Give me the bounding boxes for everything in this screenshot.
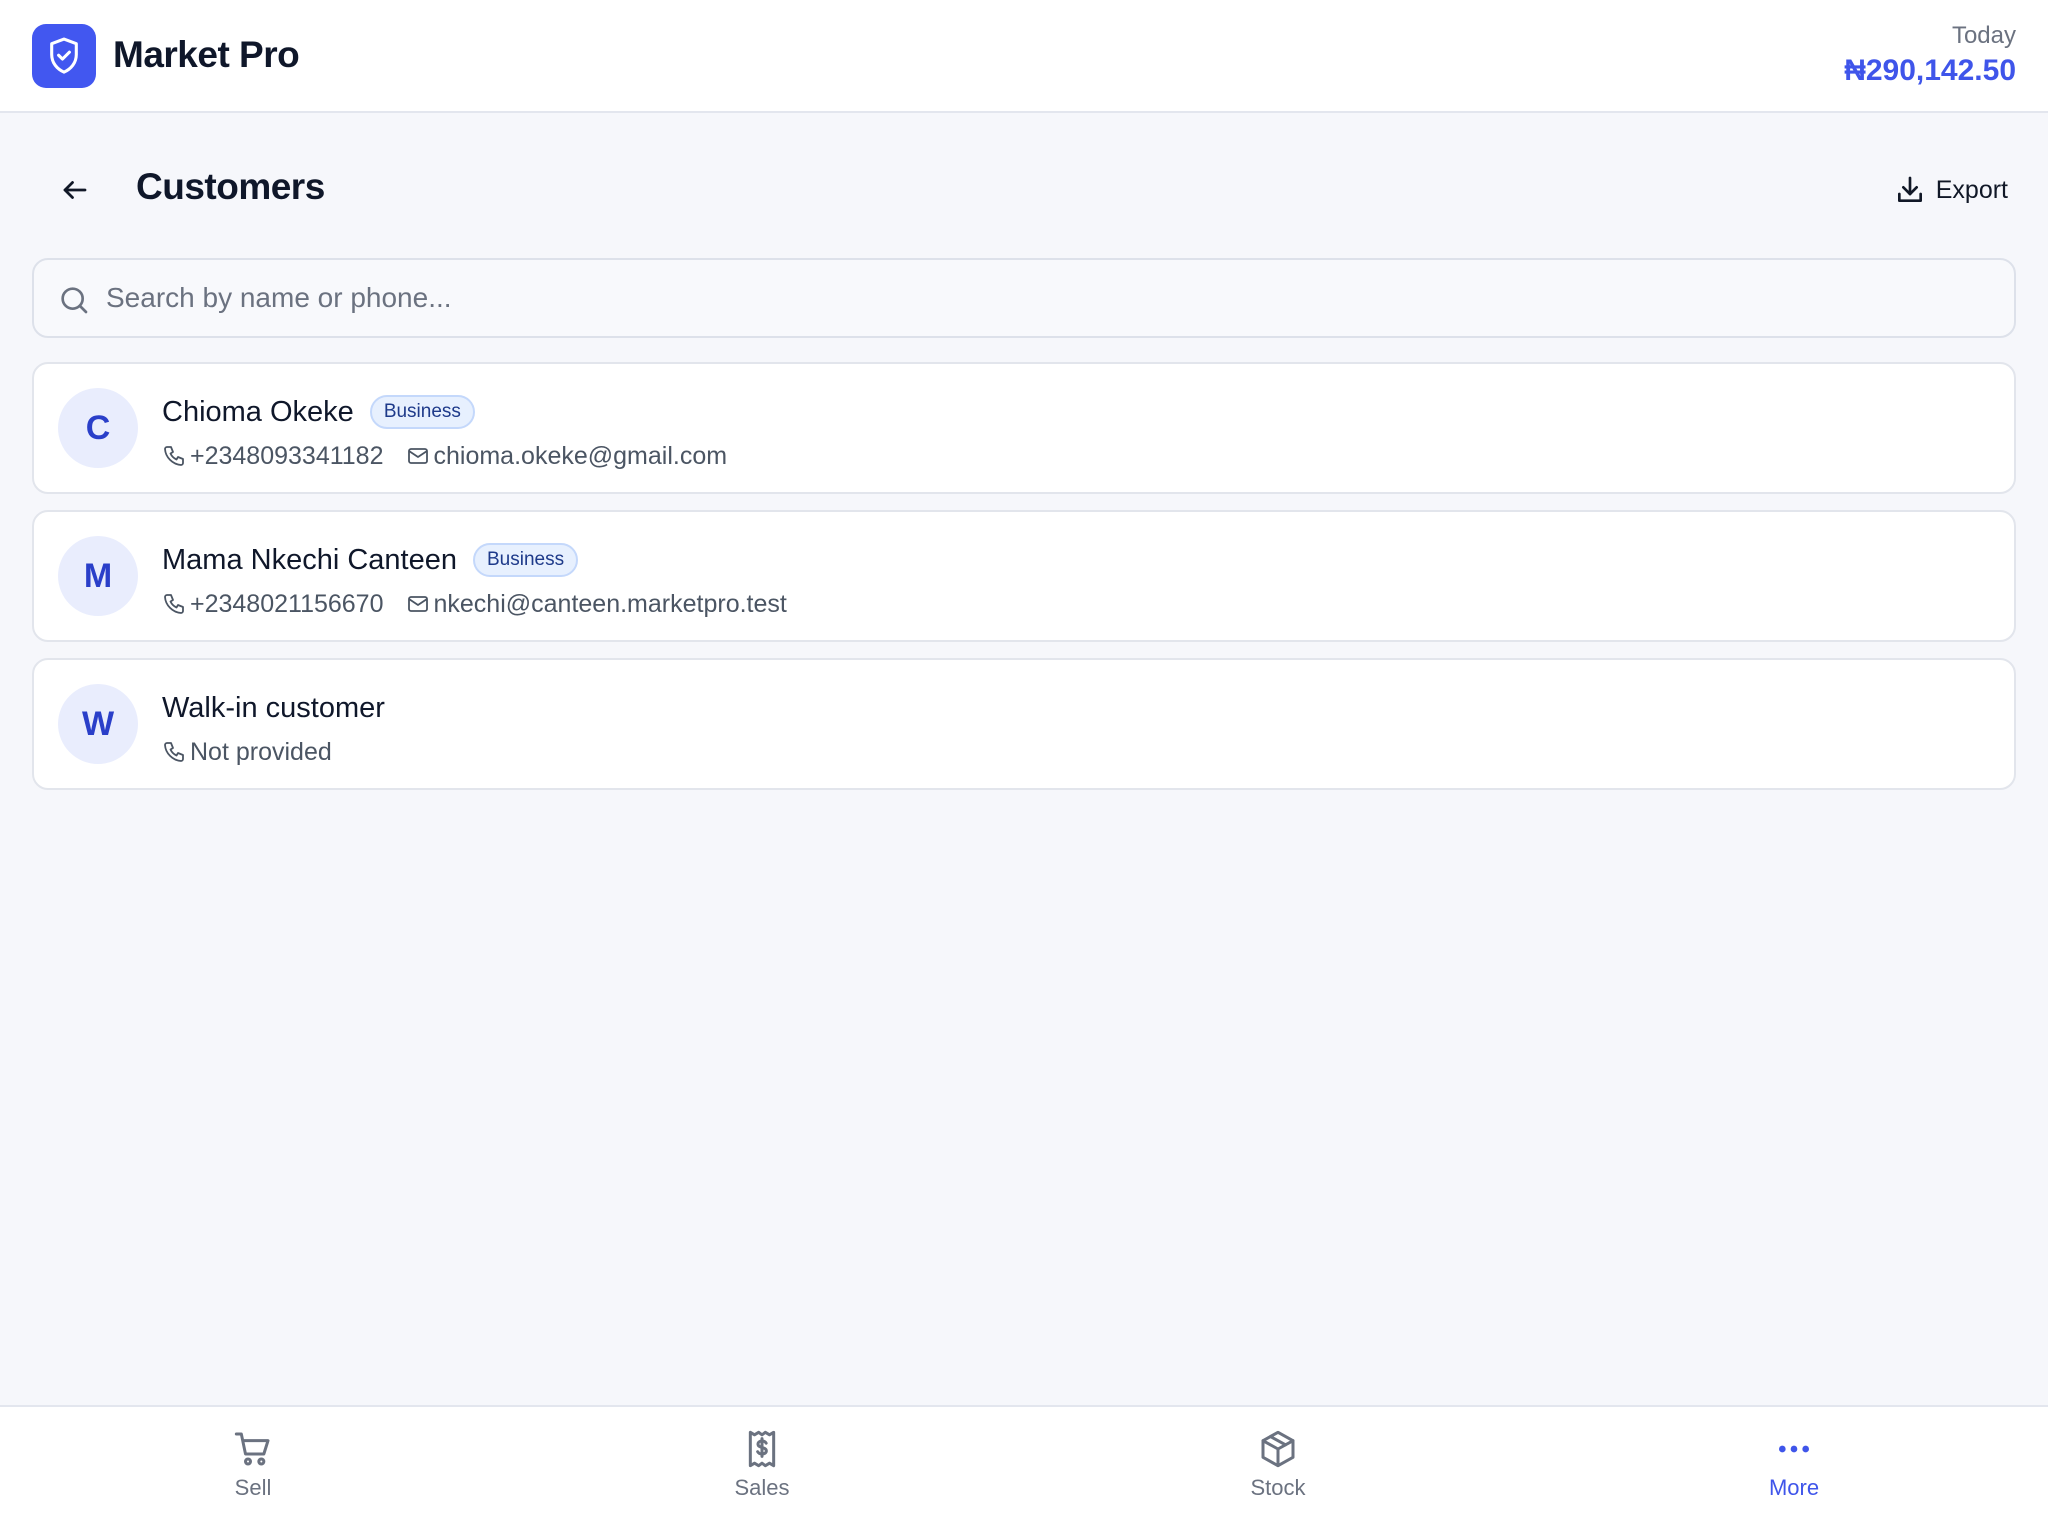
customer-phone: +2348021156670 — [190, 589, 384, 618]
customer-name: Walk-in customer — [162, 691, 385, 724]
phone-icon — [164, 742, 184, 762]
cart-icon — [234, 1432, 270, 1466]
avatar: W — [58, 684, 138, 764]
download-icon — [1897, 176, 1922, 202]
nav-label: Stock — [1250, 1475, 1306, 1500]
search-icon — [61, 287, 88, 314]
today-sales-total: ₦290,142.50 — [1844, 54, 2016, 87]
nav-item-sales[interactable]: Sales — [682, 1429, 842, 1519]
app-header: Market Pro Today ₦290,142.50 — [0, 0, 2048, 113]
customer-phone: Not provided — [190, 737, 332, 766]
phone-icon — [164, 446, 184, 466]
receipt-icon — [748, 1430, 776, 1468]
customer-phone: +2348093341182 — [190, 441, 384, 470]
today-label: Today — [1951, 22, 2016, 49]
shield-check-icon — [32, 24, 96, 88]
customer-email: chioma.okeke@gmail.com — [433, 441, 728, 470]
page-title: Customers — [136, 166, 325, 207]
customer-type-badge: Business — [369, 395, 475, 429]
app-title: Market Pro — [113, 34, 300, 75]
search-input[interactable] — [106, 262, 1986, 334]
customer-card[interactable]: W Walk-in customer Not provided — [32, 658, 2016, 790]
nav-item-sell[interactable]: Sell — [173, 1429, 333, 1519]
box-icon — [1261, 1430, 1295, 1468]
avatar: M — [58, 536, 138, 616]
export-button[interactable]: Export — [1894, 168, 2008, 212]
arrow-left-icon — [63, 181, 87, 199]
customer-name: Chioma Okeke — [162, 395, 354, 428]
search-box — [32, 258, 2016, 338]
customer-type-badge: Business — [472, 543, 579, 577]
more-dots-icon — [1779, 1445, 1809, 1453]
nav-label: Sales — [734, 1475, 790, 1500]
customer-email: nkechi@canteen.marketpro.test — [433, 589, 787, 618]
nav-label: Sell — [234, 1475, 272, 1500]
phone-icon — [164, 594, 184, 614]
nav-item-stock[interactable]: Stock — [1198, 1429, 1358, 1519]
mail-icon — [407, 448, 428, 464]
export-label: Export — [1935, 175, 2008, 204]
customer-name: Mama Nkechi Canteen — [162, 543, 457, 576]
mail-icon — [407, 596, 428, 612]
bottom-nav: Sell Sales Stock More — [0, 1405, 2048, 1536]
customer-card[interactable]: C Chioma Okeke Business +2348093341182 c… — [32, 362, 2016, 494]
customer-card[interactable]: M Mama Nkechi Canteen Business +23480211… — [32, 510, 2016, 642]
nav-label: More — [1768, 1475, 1820, 1500]
back-button[interactable] — [50, 168, 100, 212]
nav-item-more[interactable]: More — [1714, 1429, 1874, 1519]
avatar: C — [58, 388, 138, 468]
